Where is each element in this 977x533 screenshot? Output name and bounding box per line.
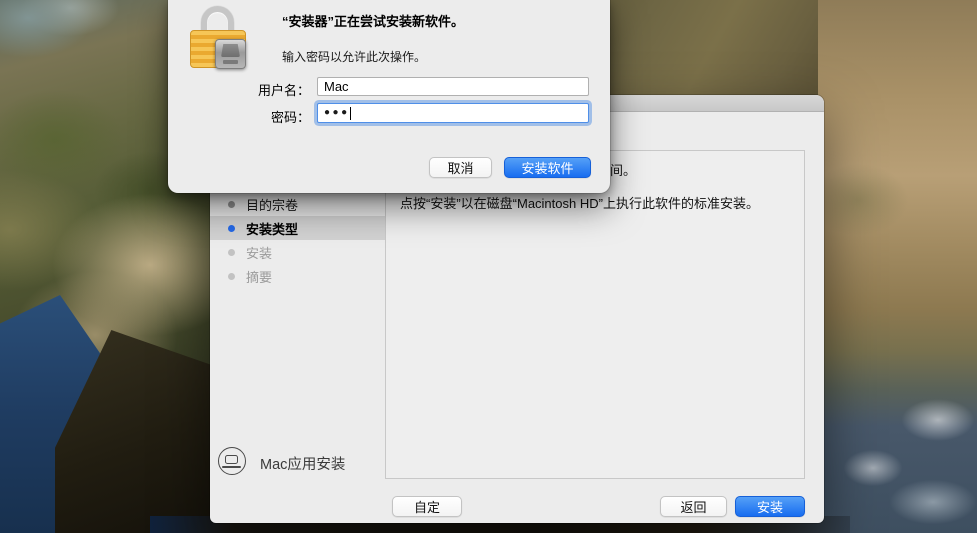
- username-field[interactable]: Mac: [317, 77, 589, 96]
- sidebar-item-installation[interactable]: 安装: [210, 240, 385, 264]
- sidebar-item-destination[interactable]: 目的宗卷: [210, 192, 385, 216]
- installer-badge-icon: [215, 39, 246, 69]
- wallpaper-right-cliff-ocean: [818, 0, 977, 533]
- install-software-button[interactable]: 安装软件: [504, 157, 591, 178]
- installer-badge-slot-icon: [223, 60, 238, 64]
- lock-icon: [190, 6, 248, 72]
- step-bullet-icon: [228, 200, 235, 208]
- text-caret: [349, 106, 352, 120]
- sidebar-item-label: 安装类型: [246, 221, 299, 237]
- product-name-label: Mac应用安装: [260, 457, 346, 473]
- password-label: 密码：: [270, 110, 310, 125]
- sidebar-item-label: 安装: [246, 245, 273, 261]
- sidebar-item-installation-type[interactable]: 安装类型: [210, 216, 385, 240]
- product-badge: Mac应用安装: [218, 447, 418, 481]
- auth-dialog: “安装器”正在尝试安装新软件。 输入密码以允许此次操作。 用户名： Mac 密码…: [168, 0, 610, 193]
- step-bullet-icon: [228, 272, 235, 280]
- installer-badge-detail-icon: [221, 44, 240, 57]
- go-back-button[interactable]: 返回: [660, 496, 727, 517]
- customize-button[interactable]: 自定: [392, 496, 462, 517]
- install-button[interactable]: 安装: [735, 496, 805, 517]
- step-bullet-icon: [228, 248, 235, 256]
- laptop-circle-icon: [218, 447, 246, 475]
- cancel-button[interactable]: 取消: [429, 157, 492, 178]
- sidebar-item-summary[interactable]: 摘要: [210, 264, 385, 288]
- laptop-base-icon: [222, 465, 241, 468]
- laptop-screen-icon: [225, 455, 238, 464]
- auth-dialog-title: “安装器”正在尝试安装新软件。: [282, 14, 465, 29]
- sidebar-item-label: 目的宗卷: [246, 197, 299, 213]
- installer-content-pane: 间。 点按“安装”以在磁盘“Macintosh HD”上执行此软件的标准安装。: [385, 150, 805, 479]
- space-note-partial-text: 间。: [610, 163, 637, 178]
- password-masked-dots: ●●●: [324, 107, 350, 118]
- step-bullet-icon: [228, 224, 235, 232]
- username-value: Mac: [324, 79, 349, 94]
- sidebar-item-label: 摘要: [246, 269, 273, 285]
- install-instruction-text: 点按“安装”以在磁盘“Macintosh HD”上执行此软件的标准安装。: [400, 196, 759, 211]
- auth-dialog-subtitle: 输入密码以允许此次操作。: [282, 50, 427, 64]
- password-field[interactable]: ●●●: [317, 103, 589, 123]
- username-label: 用户名：: [257, 83, 310, 98]
